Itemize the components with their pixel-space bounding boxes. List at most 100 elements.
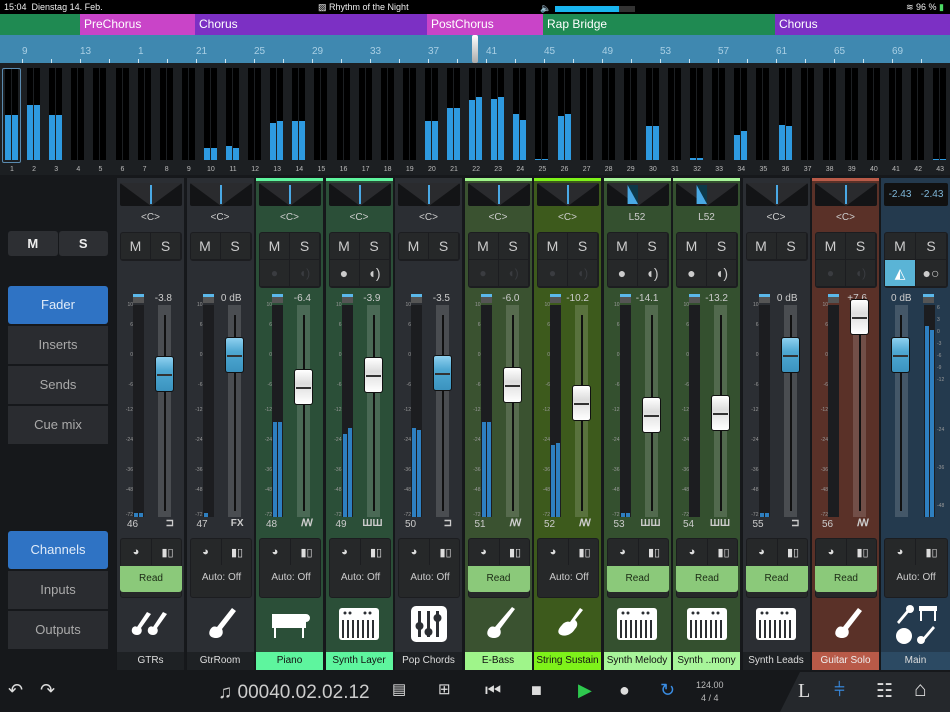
fader-handle[interactable] [502,367,522,403]
pan-control[interactable] [606,183,669,206]
link-icon[interactable]: ●○ [916,260,947,287]
solo-button[interactable]: S [498,233,529,260]
record-arm-icon[interactable]: ● [468,260,499,287]
arranger-sections[interactable]: PreChorus Chorus PostChorus Rap Bridge Choru… [0,14,950,35]
pan-knob-icon[interactable]: ◕ [747,539,778,565]
monitor-icon[interactable]: ◖) [707,260,737,287]
song-info-icon[interactable]: ▤ [392,680,406,698]
browser-icon[interactable]: L [798,680,810,703]
loop-icon[interactable]: ↻ [660,680,675,701]
overview-channel[interactable]: 15 [311,68,331,173]
pan-control[interactable] [189,183,252,206]
overview-channel[interactable]: 36 [776,68,796,173]
arrange-grid-icon[interactable]: ☷ [876,680,893,703]
undo-icon[interactable]: ↶ [8,680,23,701]
record-arm-icon[interactable]: ● [260,260,290,287]
main-fader-handle[interactable] [891,337,910,373]
pan-control[interactable] [676,183,738,206]
section-5[interactable]: Chorus [775,14,950,35]
channel-name[interactable]: Synth ..mony [673,652,740,670]
fader-handle[interactable] [294,368,313,405]
pan-control[interactable] [120,183,182,206]
record-icon[interactable]: ● [619,680,630,701]
overview-channel[interactable]: 3 [46,68,66,173]
overview-channel[interactable]: 34 [731,68,751,173]
mute-button[interactable]: M [468,233,499,260]
section-3[interactable]: PostChorus [427,14,545,35]
channel-name[interactable]: Guitar Solo [812,652,879,670]
mute-button[interactable]: M [746,233,777,260]
overview-channel[interactable]: 2 [24,68,44,173]
section-2[interactable]: Chorus [195,14,427,35]
sidebar-cue-mix-button[interactable]: Cue mix [8,406,108,444]
mute-button[interactable]: M [607,233,638,260]
overview-channel[interactable]: 8 [157,68,177,173]
overview-channel[interactable]: 19 [400,68,420,173]
pan-control[interactable] [467,183,530,206]
automation-mode[interactable]: Read [815,566,877,592]
mute-button[interactable]: M [538,233,568,260]
record-arm-icon[interactable]: ● [816,260,846,287]
stereo-width-icon[interactable]: ▮▯ [361,539,392,565]
overview-channel[interactable]: 40 [864,68,884,173]
solo-button[interactable]: S [776,233,807,260]
sidebar-fader-button[interactable]: Fader [8,286,108,324]
solo-button[interactable]: S [151,233,181,260]
pan-knob-icon[interactable]: ◕ [816,539,847,565]
stop-icon[interactable]: ■ [531,680,542,701]
overview-channel[interactable]: 18 [378,68,398,173]
overview-channel[interactable]: 21 [444,68,464,173]
fader-handle[interactable] [224,337,244,373]
overview-channel[interactable]: 25 [532,68,552,173]
automation-mode[interactable]: Auto: Off [399,565,461,598]
fader-handle[interactable] [433,354,452,391]
main-name[interactable]: Main [881,652,950,670]
overview-channel[interactable]: 7 [135,68,155,173]
solo-button[interactable]: S [290,233,320,260]
monitor-icon[interactable]: ◖) [568,260,598,287]
overview-channel[interactable]: 26 [555,68,575,173]
automation-mode[interactable]: Read [745,566,808,592]
pan-knob-icon[interactable]: ◕ [121,539,152,565]
record-arm-icon[interactable]: ● [538,260,568,287]
channel-name[interactable]: Piano [256,652,323,670]
playhead[interactable] [472,35,478,63]
fader-handle[interactable] [780,337,800,373]
fader-handle[interactable] [155,356,174,392]
fader-handle[interactable] [363,356,383,393]
overview-channel[interactable]: 4 [68,68,88,173]
stereo-width-icon[interactable]: ▮▯ [847,539,878,565]
solo-button[interactable]: S [359,233,390,260]
stereo-width-icon[interactable]: ▮▯ [778,539,809,565]
mute-button[interactable]: M [260,233,290,260]
pan-knob-icon[interactable]: ◕ [469,539,500,565]
automation-mode[interactable]: Read [606,566,669,592]
fader-handle[interactable] [641,397,661,434]
overview-channel[interactable]: 41 [886,68,906,173]
add-track-icon[interactable]: ⊞ [438,680,451,698]
sidebar-inserts-button[interactable]: Inserts [8,326,108,364]
pan-knob-icon[interactable]: ◕ [330,539,361,565]
overview-channel[interactable]: 12 [245,68,265,173]
home-icon[interactable]: ⌂ [914,678,927,702]
pan-control[interactable] [259,183,321,206]
record-arm-icon[interactable]: ● [607,260,638,287]
stereo-width-icon[interactable]: ▮▯ [639,539,670,565]
mute-button[interactable]: M [329,233,360,260]
sidebar-channels-button[interactable]: Channels [8,531,108,569]
stereo-width-icon[interactable]: ▮▯ [708,539,739,565]
fader-handle[interactable] [572,384,591,421]
redo-icon[interactable]: ↷ [40,680,55,701]
solo-button[interactable]: S [429,233,459,260]
mute-button[interactable]: M [121,233,151,260]
overview-channel[interactable]: 33 [709,68,729,173]
stereo-width-icon[interactable]: ▮▯ [500,539,531,565]
play-icon[interactable]: ▶ [578,680,592,701]
overview-channel[interactable]: 5 [90,68,110,173]
pan-control[interactable] [328,183,391,206]
automation-mode[interactable]: Read [467,566,530,592]
channel-name[interactable]: Synth Layer [325,652,393,670]
overview-channel[interactable]: 16 [334,68,354,173]
overview-channel[interactable]: 30 [643,68,663,173]
automation-mode[interactable]: Read [676,566,738,592]
